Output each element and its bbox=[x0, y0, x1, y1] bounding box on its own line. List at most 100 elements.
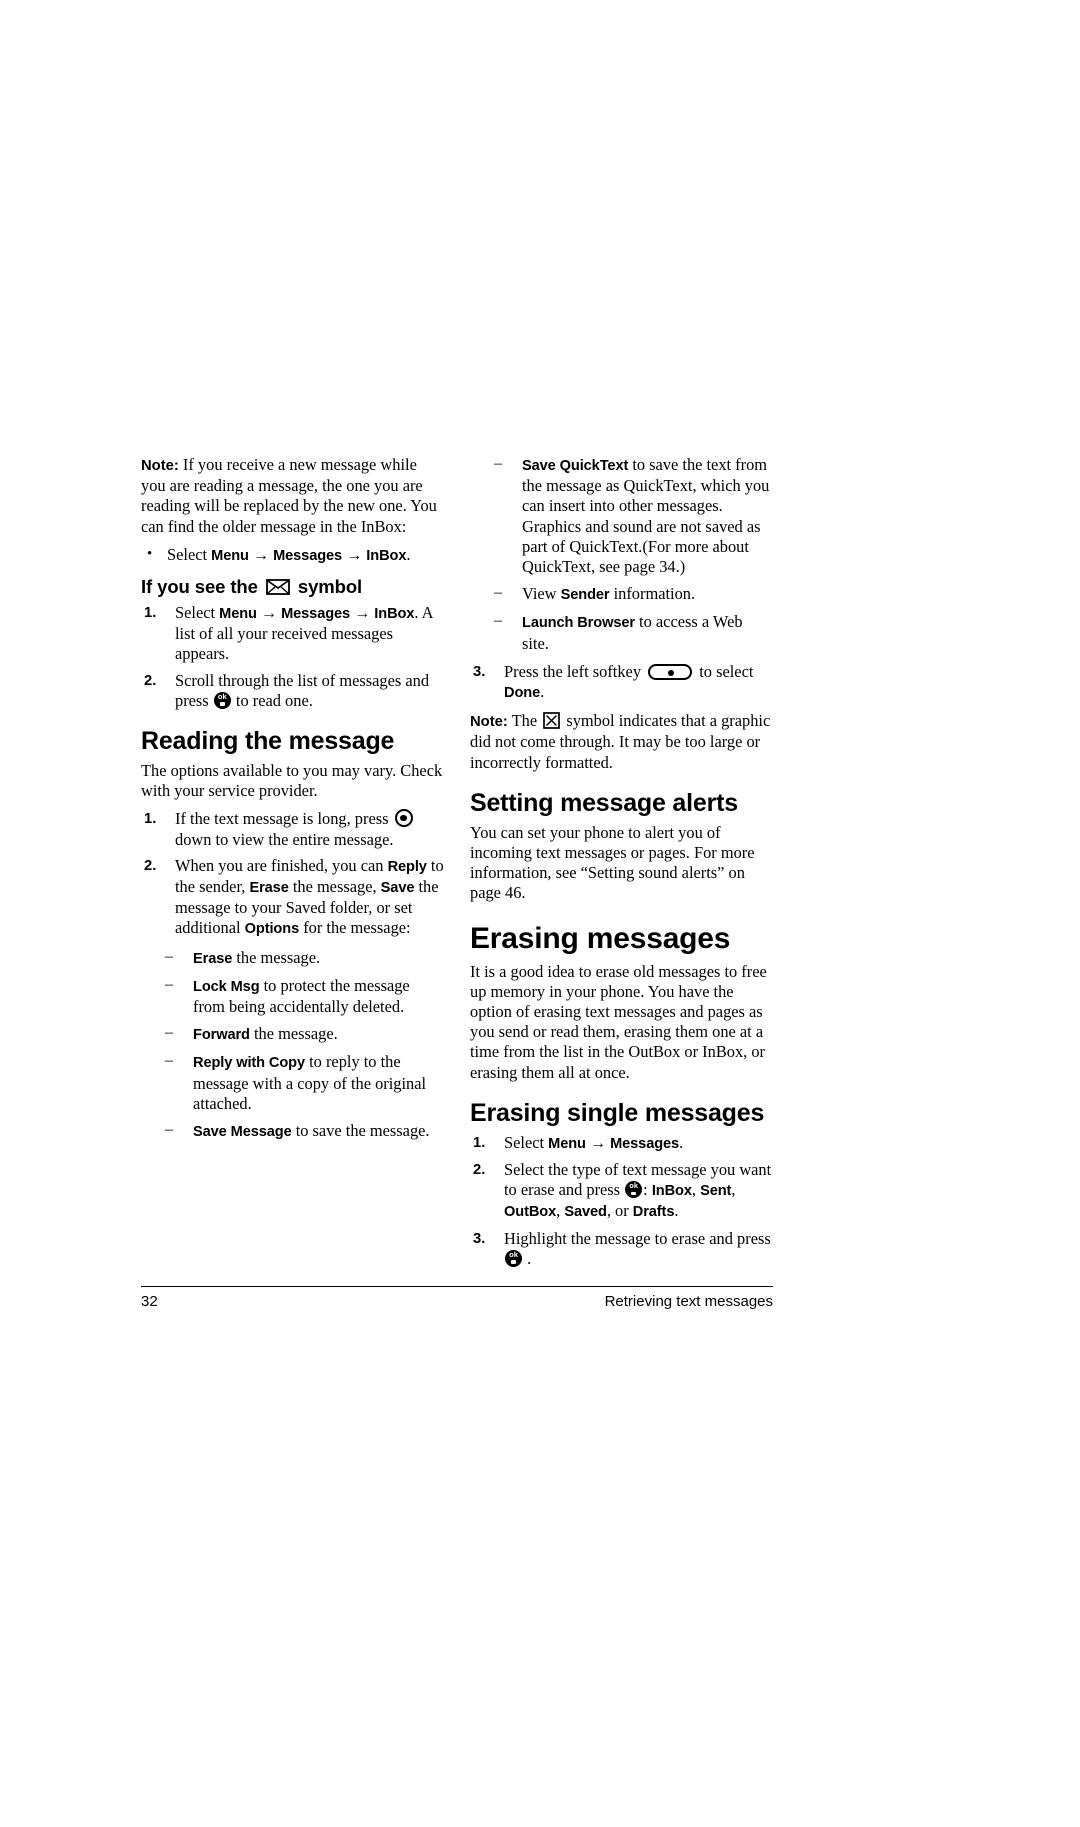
list-item: – Reply with Copy to reply to the message… bbox=[165, 1052, 444, 1114]
bullet-marker: • bbox=[147, 545, 153, 562]
arrow-icon: → bbox=[252, 546, 269, 564]
envelope-icon bbox=[265, 578, 290, 595]
symbol-steps-list: 1. Select Menu → Messages → InBox. A lis… bbox=[141, 603, 444, 711]
broken-image-icon bbox=[543, 712, 561, 730]
inbox-bullet-list: • Select Menu → Messages → InBox. bbox=[141, 545, 444, 566]
ok-key-icon bbox=[213, 691, 231, 709]
option-desc: the message. bbox=[249, 1024, 338, 1044]
step-lead: Select bbox=[167, 544, 208, 564]
option-name: Forward bbox=[193, 1027, 250, 1044]
right-column: – Save QuickText to save the text from th… bbox=[470, 455, 773, 1277]
period: . bbox=[674, 1201, 679, 1221]
heading-text-after: symbol bbox=[297, 576, 363, 598]
note-broken-graphic: Note: The symbol indicates that a graphi… bbox=[470, 711, 773, 773]
menu-term: Menu bbox=[548, 1135, 586, 1152]
heading-setting-message-alerts: Setting message alerts bbox=[470, 788, 738, 817]
step-lead: Select bbox=[504, 1132, 545, 1152]
step-number: 1. bbox=[473, 1134, 486, 1151]
step-text-middle: to select bbox=[699, 661, 754, 681]
reading-steps-list: 1. If the text message is long, press do… bbox=[141, 809, 444, 939]
list-item: 2. When you are finished, you can Reply t… bbox=[141, 856, 444, 940]
left-column: Note: If you receive a new message while… bbox=[141, 455, 444, 1150]
heading-reading-the-message: Reading the message bbox=[141, 727, 395, 756]
list-item: – Save Message to save the message. bbox=[165, 1121, 444, 1142]
sent-term: Sent bbox=[700, 1183, 732, 1200]
outbox-term: OutBox bbox=[504, 1204, 557, 1221]
dash-marker: – bbox=[494, 455, 502, 472]
comma: , bbox=[691, 1180, 701, 1200]
option-name: Sender bbox=[560, 587, 610, 604]
messages-term: Messages bbox=[610, 1135, 680, 1152]
note-new-message: Note: If you receive a new message while… bbox=[141, 455, 444, 537]
arrow-icon: → bbox=[346, 546, 363, 564]
arrow-icon: → bbox=[354, 605, 371, 623]
note-label: Note: bbox=[141, 458, 179, 474]
step-part3: the message, bbox=[288, 877, 381, 897]
dash-marker: – bbox=[494, 612, 502, 630]
reply-term: Reply bbox=[387, 858, 427, 875]
list-item: – Save QuickText to save the text from th… bbox=[494, 455, 773, 577]
arrow-icon: → bbox=[260, 605, 277, 623]
navigation-key-icon bbox=[394, 809, 413, 828]
arrow-icon: → bbox=[589, 1134, 606, 1152]
list-item: 3. Press the left softkey to select Done… bbox=[470, 662, 773, 703]
dash-marker: – bbox=[494, 584, 502, 602]
page-number: 32 bbox=[141, 1293, 158, 1310]
done-term: Done bbox=[504, 685, 541, 702]
menu-term: Menu bbox=[219, 606, 257, 623]
step-number: 2. bbox=[473, 1162, 486, 1179]
option-name: Reply with Copy bbox=[193, 1055, 306, 1072]
heading-if-you-see-symbol: If you see the symbol bbox=[141, 576, 444, 598]
step-text-after: . bbox=[527, 1248, 532, 1268]
list-item: 1. If the text message is long, press do… bbox=[141, 809, 444, 849]
step-number: 1. bbox=[144, 811, 157, 828]
saved-term: Saved bbox=[564, 1204, 607, 1221]
page-footer: 32 Retrieving text messages bbox=[141, 1292, 773, 1312]
inbox-term: InBox bbox=[651, 1183, 692, 1200]
step-text-before: If the text message is long, press bbox=[175, 809, 389, 829]
note-text-before: The bbox=[511, 711, 538, 731]
list-item: 2. Scroll through the list of messages a… bbox=[141, 671, 444, 711]
option-name: Launch Browser bbox=[522, 615, 635, 632]
heading-erasing-messages: Erasing messages bbox=[470, 921, 731, 955]
running-header: Retrieving text messages bbox=[604, 1293, 773, 1310]
messages-term: Messages bbox=[281, 606, 351, 623]
step-number: 2. bbox=[144, 672, 157, 689]
dash-marker: – bbox=[165, 975, 173, 993]
save-term: Save bbox=[380, 880, 415, 897]
manual-page: Note: If you receive a new message while… bbox=[0, 0, 1080, 1827]
option-name: Save Message bbox=[193, 1124, 292, 1141]
list-item: 1. Select Menu → Messages. bbox=[470, 1133, 773, 1154]
comma: , or bbox=[606, 1201, 633, 1221]
step3-list: 3. Press the left softkey to select Done… bbox=[470, 662, 773, 703]
menu-term: Menu bbox=[211, 547, 249, 564]
ok-key-icon bbox=[625, 1181, 643, 1199]
left-softkey-icon bbox=[648, 663, 693, 680]
erasing-paragraph: It is a good idea to erase old messages … bbox=[470, 961, 767, 1082]
options-term: Options bbox=[244, 921, 300, 938]
option-desc: information. bbox=[609, 584, 696, 604]
list-item: – Lock Msg to protect the message from be… bbox=[165, 976, 444, 1017]
period: . bbox=[406, 544, 411, 564]
dash-marker: – bbox=[165, 947, 173, 965]
list-item: 2. Select the type of text message you w… bbox=[470, 1160, 773, 1223]
dash-marker: – bbox=[165, 1052, 173, 1070]
alerts-paragraph: You can set your phone to alert you of i… bbox=[470, 822, 755, 903]
separator: : bbox=[643, 1180, 652, 1200]
erase-term: Erase bbox=[249, 880, 289, 897]
page-content: Note: If you receive a new message while… bbox=[141, 455, 773, 1277]
step-text-before: Highlight the message to erase and press bbox=[504, 1228, 771, 1248]
option-name: Save QuickText bbox=[522, 458, 629, 474]
step-number: 2. bbox=[144, 857, 157, 874]
option-name: Erase bbox=[193, 950, 233, 967]
option-desc: the message. bbox=[232, 947, 321, 967]
list-item: 3. Highlight the message to erase and pr… bbox=[470, 1229, 773, 1269]
option-prefix: View bbox=[522, 584, 561, 604]
drafts-term: Drafts bbox=[632, 1204, 675, 1221]
inbox-term: InBox bbox=[374, 606, 415, 623]
reading-intro-paragraph: The options available to you may vary. C… bbox=[141, 761, 443, 801]
step-text-before: Press the left softkey bbox=[504, 661, 642, 681]
step-lead: Select bbox=[175, 603, 216, 623]
list-item: – Launch Browser to access a Web site. bbox=[494, 612, 773, 653]
heading-text-before: If you see the bbox=[141, 576, 258, 598]
